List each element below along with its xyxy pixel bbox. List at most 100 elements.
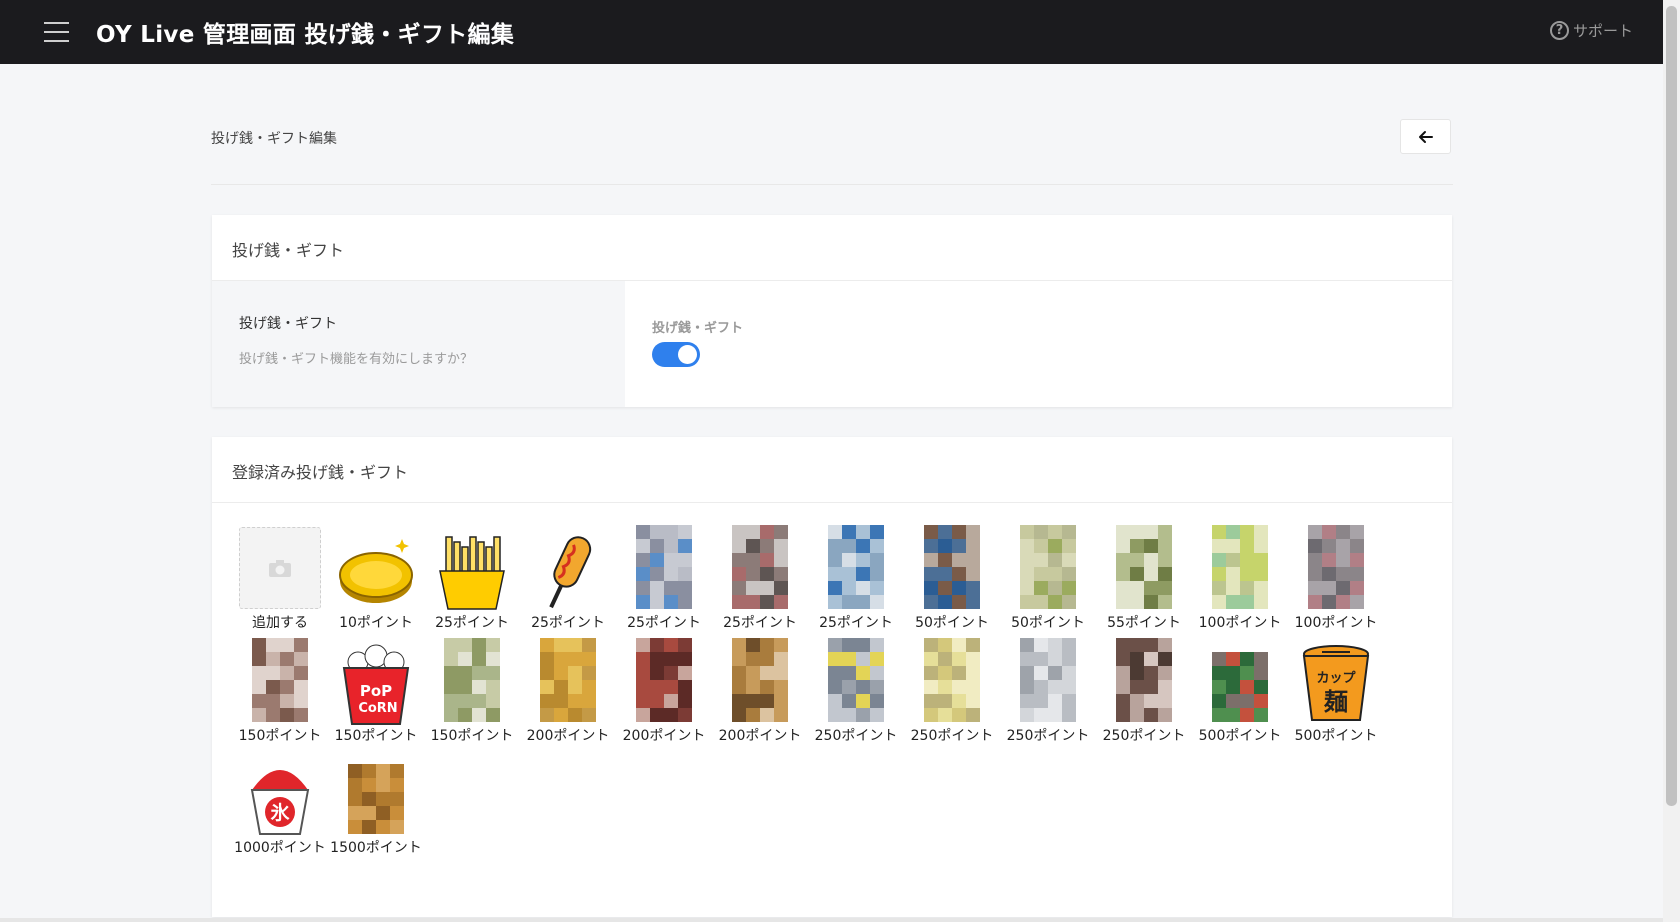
pixelated-image	[348, 764, 404, 834]
gift-item[interactable]: 1500ポイント	[328, 742, 424, 860]
gift-image	[1288, 517, 1384, 613]
toggle-knob	[678, 345, 697, 364]
gift-image	[1096, 630, 1192, 726]
setting-description-panel: 投げ銭・ギフト 投げ銭・ギフト機能を有効にしますか？	[212, 281, 625, 407]
gift-label: 250ポイント	[910, 728, 994, 744]
pixelated-image	[444, 638, 500, 722]
pixelated-image	[1116, 638, 1172, 722]
pixelated-image	[828, 525, 884, 609]
toggle-label: 投げ銭・ギフト	[652, 321, 744, 336]
gift-label: 200ポイント	[718, 728, 802, 744]
gift-label: 250ポイント	[814, 728, 898, 744]
gifts-card-title: 登録済み投げ銭・ギフト	[232, 463, 409, 482]
pixelated-image	[924, 525, 980, 609]
gift-item[interactable]: 氷 1000ポイント	[232, 742, 328, 860]
gift-image	[616, 517, 712, 613]
scrollbar-thumb[interactable]	[1666, 6, 1677, 806]
menu-icon[interactable]	[44, 22, 69, 42]
gift-item[interactable]: 10ポイント	[328, 517, 424, 635]
pixelated-image	[1308, 525, 1364, 609]
gift-image	[1000, 630, 1096, 726]
gift-label: 500ポイント	[1294, 728, 1378, 744]
gift-item[interactable]: 55ポイント	[1096, 517, 1192, 635]
gift-item[interactable]: 150ポイント	[424, 630, 520, 748]
gift-item[interactable]: 50ポイント	[1000, 517, 1096, 635]
pixelated-image	[1116, 525, 1172, 609]
help-icon: ?	[1549, 21, 1569, 40]
gift-item[interactable]: カップ麺 500ポイント	[1288, 630, 1384, 748]
svg-text:PoP: PoP	[360, 682, 392, 700]
gift-item[interactable]: 200ポイント	[616, 630, 712, 748]
gift-label: 200ポイント	[526, 728, 610, 744]
gift-item[interactable]: 25ポイント	[616, 517, 712, 635]
gift-item[interactable]: 100ポイント	[1192, 517, 1288, 635]
gift-image	[808, 517, 904, 613]
setting-label: 投げ銭・ギフト	[239, 316, 337, 332]
gift-item[interactable]: 150ポイント	[232, 630, 328, 748]
gift-enable-toggle[interactable]	[652, 342, 700, 367]
gift-item[interactable]: 200ポイント	[712, 630, 808, 748]
gift-label: 500ポイント	[1198, 728, 1282, 744]
gift-image	[424, 630, 520, 726]
french-fries-icon	[439, 536, 505, 610]
gift-image	[1000, 517, 1096, 613]
gift-item[interactable]: 50ポイント	[904, 517, 1000, 635]
gift-item[interactable]: 500ポイント	[1192, 630, 1288, 748]
camera-icon	[239, 527, 321, 609]
gift-item[interactable]: 25ポイント	[520, 517, 616, 635]
gift-item[interactable]: 25ポイント	[424, 517, 520, 635]
gift-image: PoP CoRN	[328, 630, 424, 726]
gift-label: 1000ポイント	[234, 840, 326, 856]
back-button[interactable]	[1400, 119, 1451, 154]
top-bar: OY Live 管理画面 投げ銭・ギフト編集 ? サポート	[0, 0, 1663, 64]
gift-item[interactable]: 100ポイント	[1288, 517, 1384, 635]
gift-item[interactable]: PoP CoRN 150ポイント	[328, 630, 424, 748]
cup-noodle-icon: カップ麺	[1302, 645, 1370, 721]
gift-label: 250ポイント	[1102, 728, 1186, 744]
support-label: サポート	[1572, 22, 1633, 40]
support-link[interactable]: ? サポート	[1549, 20, 1633, 41]
pixelated-image	[540, 638, 596, 722]
gift-item[interactable]: 250ポイント	[1000, 630, 1096, 748]
gift-item[interactable]: 200ポイント	[520, 630, 616, 748]
shaved-ice-icon: 氷	[250, 770, 310, 835]
divider	[211, 184, 1453, 185]
popcorn-icon: PoPCoRN	[342, 644, 410, 725]
app-title: OY Live 管理画面 投げ銭・ギフト編集	[96, 22, 515, 48]
pixelated-image	[1212, 525, 1268, 609]
gift-image	[1192, 517, 1288, 613]
pixelated-image	[828, 638, 884, 722]
gift-item[interactable]: 25ポイント	[808, 517, 904, 635]
horizontal-scrollbar	[0, 918, 1663, 922]
gift-item[interactable]: 25ポイント	[712, 517, 808, 635]
pixelated-image	[252, 638, 308, 722]
gift-item[interactable]: 250ポイント	[1096, 630, 1192, 748]
add-gift-button[interactable]: 追加する	[232, 517, 328, 635]
gifts-card: 登録済み投げ銭・ギフト 追加する 10ポイント 25ポイント 25ポイント 25ポイント…	[212, 437, 1452, 917]
scrollbar[interactable]	[1663, 0, 1680, 922]
gift-image	[616, 630, 712, 726]
gift-label: 200ポイント	[622, 728, 706, 744]
setting-description: 投げ銭・ギフト機能を有効にしますか？	[239, 352, 474, 367]
gift-item[interactable]: 250ポイント	[904, 630, 1000, 748]
pixelated-image	[1020, 525, 1076, 609]
card-divider	[212, 502, 1452, 503]
svg-text:CoRN: CoRN	[358, 701, 397, 716]
gift-image	[328, 742, 424, 838]
gift-label: 150ポイント	[430, 728, 514, 744]
corn-dog-icon	[549, 536, 592, 609]
gift-image	[520, 517, 616, 613]
gift-image	[328, 517, 424, 613]
gift-image	[1096, 517, 1192, 613]
gift-image: 氷	[232, 742, 328, 838]
breadcrumb: 投げ銭・ギフト編集	[211, 131, 337, 147]
gift-image: カップ麺	[1288, 630, 1384, 726]
gift-image	[904, 630, 1000, 726]
gift-image	[232, 630, 328, 726]
settings-card-title: 投げ銭・ギフト	[232, 241, 345, 260]
gift-image	[712, 630, 808, 726]
gift-item[interactable]: 250ポイント	[808, 630, 904, 748]
gift-image	[712, 517, 808, 613]
svg-text:麺: 麺	[1323, 688, 1348, 716]
arrow-left-icon	[1418, 130, 1433, 143]
